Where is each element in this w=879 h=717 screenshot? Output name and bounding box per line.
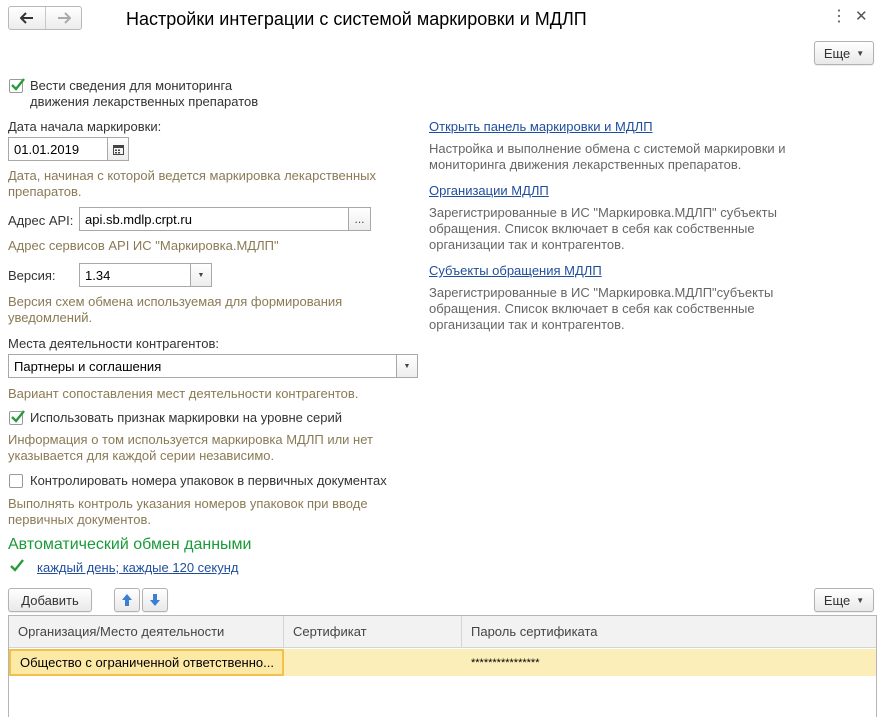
more-button-table[interactable]: Еще ▼ — [814, 588, 874, 612]
monitoring-label-line2: движения лекарственных препаратов — [30, 94, 259, 109]
column-header-cert[interactable]: Сертификат — [284, 616, 462, 648]
chevron-down-icon: ▼ — [403, 362, 411, 370]
open-panel-desc-line1: Настройка и выполнение обмена с системой… — [429, 141, 786, 156]
page-title: Настройки интеграции с системой маркиров… — [126, 9, 587, 29]
open-panel-link[interactable]: Открыть панель маркировки и МДЛП — [429, 119, 653, 134]
arrow-down-icon — [150, 594, 160, 606]
monitoring-label-line1: Вести сведения для мониторинга — [30, 78, 233, 93]
start-date-input[interactable]: 01.01.2019 — [8, 137, 108, 161]
open-panel-desc-line2: мониторинга движения лекарственных препа… — [429, 157, 742, 172]
subjects-desc-line2: обращения. Список включает в себя как со… — [429, 301, 755, 316]
arrow-left-icon — [20, 12, 33, 24]
places-dropdown-button[interactable]: ▼ — [397, 354, 418, 378]
series-hint-line1: Информация о том используется маркировка… — [8, 432, 373, 447]
packages-label: Контролировать номера упаковок в первичн… — [30, 473, 387, 488]
orgs-desc-line3: организации так и контрагентов. — [429, 237, 625, 252]
calendar-icon — [112, 144, 124, 155]
places-hint: Вариант сопоставления мест деятельности … — [8, 386, 359, 401]
back-button[interactable] — [9, 7, 45, 29]
add-button[interactable]: Добавить — [8, 588, 92, 612]
version-label: Версия: — [8, 268, 56, 283]
api-select-button[interactable]: ... — [349, 207, 371, 231]
orgs-desc-line1: Зарегистрированные в ИС "Маркировка.МДЛП… — [429, 205, 777, 220]
calendar-button[interactable] — [108, 137, 129, 161]
chevron-down-icon: ▼ — [856, 48, 865, 58]
version-input[interactable]: 1.34 — [79, 263, 191, 287]
start-date-hint-line1: Дата, начиная с которой ведется маркиров… — [8, 168, 376, 183]
checkmark-icon — [10, 559, 24, 572]
subjects-desc-line3: организации так и контрагентов. — [429, 317, 625, 332]
navigation-buttons — [8, 6, 82, 30]
forward-button[interactable] — [45, 7, 81, 29]
move-down-button[interactable] — [142, 588, 168, 612]
table-row[interactable]: Общество с ограниченной ответственно... … — [9, 649, 876, 676]
cell-org[interactable]: Общество с ограниченной ответственно... — [9, 649, 284, 676]
certificates-table: Организация/Место деятельности Сертифика… — [8, 615, 877, 717]
column-header-org[interactable]: Организация/Место деятельности — [9, 616, 284, 648]
packages-hint-line1: Выполнять контроль указания номеров упак… — [8, 496, 368, 511]
more-button-top[interactable]: Еще ▼ — [814, 41, 874, 65]
version-dropdown-button[interactable]: ▼ — [191, 263, 212, 287]
version-hint-line1: Версия схем обмена используемая для форм… — [8, 294, 343, 309]
chevron-down-icon: ▼ — [197, 271, 205, 279]
schedule-link[interactable]: каждый день; каждые 120 секунд — [37, 560, 239, 575]
cell-cert[interactable] — [284, 649, 462, 676]
api-label: Адрес API: — [8, 213, 74, 228]
version-hint-line2: уведомлений. — [8, 310, 93, 325]
packages-hint-line2: первичных документов. — [8, 512, 151, 527]
packages-checkbox[interactable] — [9, 474, 23, 488]
chevron-down-icon: ▼ — [856, 595, 865, 605]
subjects-desc-line1: Зарегистрированные в ИС "Маркировка.МДЛП… — [429, 285, 774, 300]
arrow-up-icon — [122, 594, 132, 606]
checkmark-icon — [11, 78, 25, 91]
move-up-button[interactable] — [114, 588, 140, 612]
auto-exchange-checkbox[interactable] — [9, 559, 24, 575]
checkmark-icon — [11, 410, 25, 423]
api-input[interactable]: api.sb.mdlp.crpt.ru — [79, 207, 349, 231]
places-label: Места деятельности контрагентов: — [8, 336, 219, 351]
series-hint-line2: указывается для каждой серии независимо. — [8, 448, 275, 463]
column-header-password[interactable]: Пароль сертификата — [462, 616, 876, 648]
arrow-right-icon — [57, 12, 71, 24]
series-checkbox[interactable] — [9, 410, 25, 425]
series-label: Использовать признак маркировки на уровн… — [30, 410, 342, 425]
more-label: Еще — [823, 45, 851, 61]
auto-exchange-heading: Автоматический обмен данными — [8, 536, 252, 553]
start-date-hint-line2: препаратов. — [8, 184, 82, 199]
orgs-link[interactable]: Организации МДЛП — [429, 183, 549, 198]
cell-password[interactable]: **************** — [462, 649, 876, 676]
subjects-link[interactable]: Субъекты обращения МДЛП — [429, 263, 602, 278]
api-hint: Адрес сервисов API ИС "Маркировка.МДЛП" — [8, 238, 279, 253]
start-date-label: Дата начала маркировки: — [8, 119, 162, 134]
more-label: Еще — [823, 592, 851, 608]
monitoring-checkbox[interactable] — [9, 78, 25, 93]
close-icon[interactable]: ✕ — [855, 8, 868, 26]
orgs-desc-line2: обращения. Список включает в себя как со… — [429, 221, 755, 236]
places-select[interactable]: Партнеры и соглашения — [8, 354, 397, 378]
more-vertical-icon[interactable]: ⋮ — [831, 8, 847, 26]
